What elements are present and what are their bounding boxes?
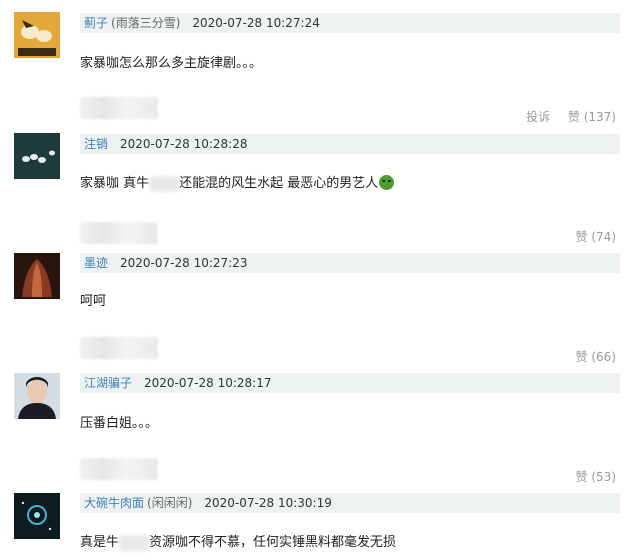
avatar[interactable] <box>14 12 60 58</box>
comment-actions: 赞 (66) <box>562 348 616 365</box>
username[interactable]: 薊子 <box>84 16 108 30</box>
comment-actions: 投诉 赞 (137) <box>512 108 616 125</box>
censor-mask <box>149 175 180 192</box>
avatar[interactable] <box>14 253 60 299</box>
comment-meta: 大碗牛肉面 (闲闲闲) 2020-07-28 10:30:19 <box>80 493 620 513</box>
timestamp: 2020-07-28 10:27:23 <box>120 256 248 270</box>
comment-meta: 薊子 (雨落三分雪) 2020-07-28 10:27:24 <box>80 13 620 33</box>
comment-text: 家暴咖 真牛 还能混的风生水起 最恶心的男艺人 <box>80 172 395 192</box>
sick-face-emoji-icon <box>379 175 395 190</box>
comment-text-part1: 家暴咖 真牛 <box>80 176 150 191</box>
like-button[interactable]: 赞 (137) <box>568 110 616 124</box>
blurred-area <box>80 337 158 359</box>
avatar-portrait-image <box>14 373 60 419</box>
report-button[interactable]: 投诉 <box>526 110 550 124</box>
avatar-night-image <box>14 493 60 539</box>
avatar-bird-image <box>14 12 60 58</box>
avatar[interactable] <box>14 133 60 179</box>
comment-actions: 赞 (74) <box>562 228 616 245</box>
avatar[interactable] <box>14 493 60 539</box>
blurred-area <box>80 458 158 480</box>
timestamp: 2020-07-28 10:30:19 <box>204 496 332 510</box>
comment-text-part2: 还能混的风生水起 最恶心的男艺人 <box>179 176 379 191</box>
comment-meta: 墨迹 2020-07-28 10:27:23 <box>80 253 620 273</box>
comment-text: 呵呵 <box>80 294 107 309</box>
user-alias: (闲闲闲) <box>147 496 193 510</box>
like-button[interactable]: 赞 (66) <box>576 350 616 364</box>
blurred-area <box>80 222 158 244</box>
comment-text-part1: 真是牛 <box>80 535 120 550</box>
avatar-dark-figure-image <box>14 253 60 299</box>
username[interactable]: 墨迹 <box>84 256 108 270</box>
blurred-area <box>80 97 158 119</box>
like-button[interactable]: 赞 (53) <box>576 470 616 484</box>
comment-text: 真是牛 资源咖不得不慕，任何实锤黑料都毫发无损 <box>80 531 396 551</box>
comment-text-part2: 资源咖不得不慕，任何实锤黑料都毫发无损 <box>149 535 397 550</box>
username[interactable]: 江湖骗子 <box>84 376 132 390</box>
username[interactable]: 注销 <box>84 137 108 151</box>
timestamp: 2020-07-28 10:28:17 <box>144 376 272 390</box>
avatar-swans-image <box>14 133 60 179</box>
timestamp: 2020-07-28 10:28:28 <box>120 137 248 151</box>
timestamp: 2020-07-28 10:27:24 <box>192 16 320 30</box>
username[interactable]: 大碗牛肉面 <box>84 496 144 510</box>
comment-text: 家暴咖怎么那么多主旋律剧。。。 <box>80 56 263 71</box>
avatar[interactable] <box>14 373 60 419</box>
comment-actions: 赞 (53) <box>562 468 616 485</box>
like-button[interactable]: 赞 (74) <box>576 230 616 244</box>
comment-text: 压番白姐。。。 <box>80 416 159 431</box>
comment-meta: 江湖骗子 2020-07-28 10:28:17 <box>80 373 620 393</box>
user-alias: (雨落三分雪) <box>111 16 181 30</box>
comment-meta: 注销 2020-07-28 10:28:28 <box>80 134 620 154</box>
censor-mask <box>119 534 150 551</box>
